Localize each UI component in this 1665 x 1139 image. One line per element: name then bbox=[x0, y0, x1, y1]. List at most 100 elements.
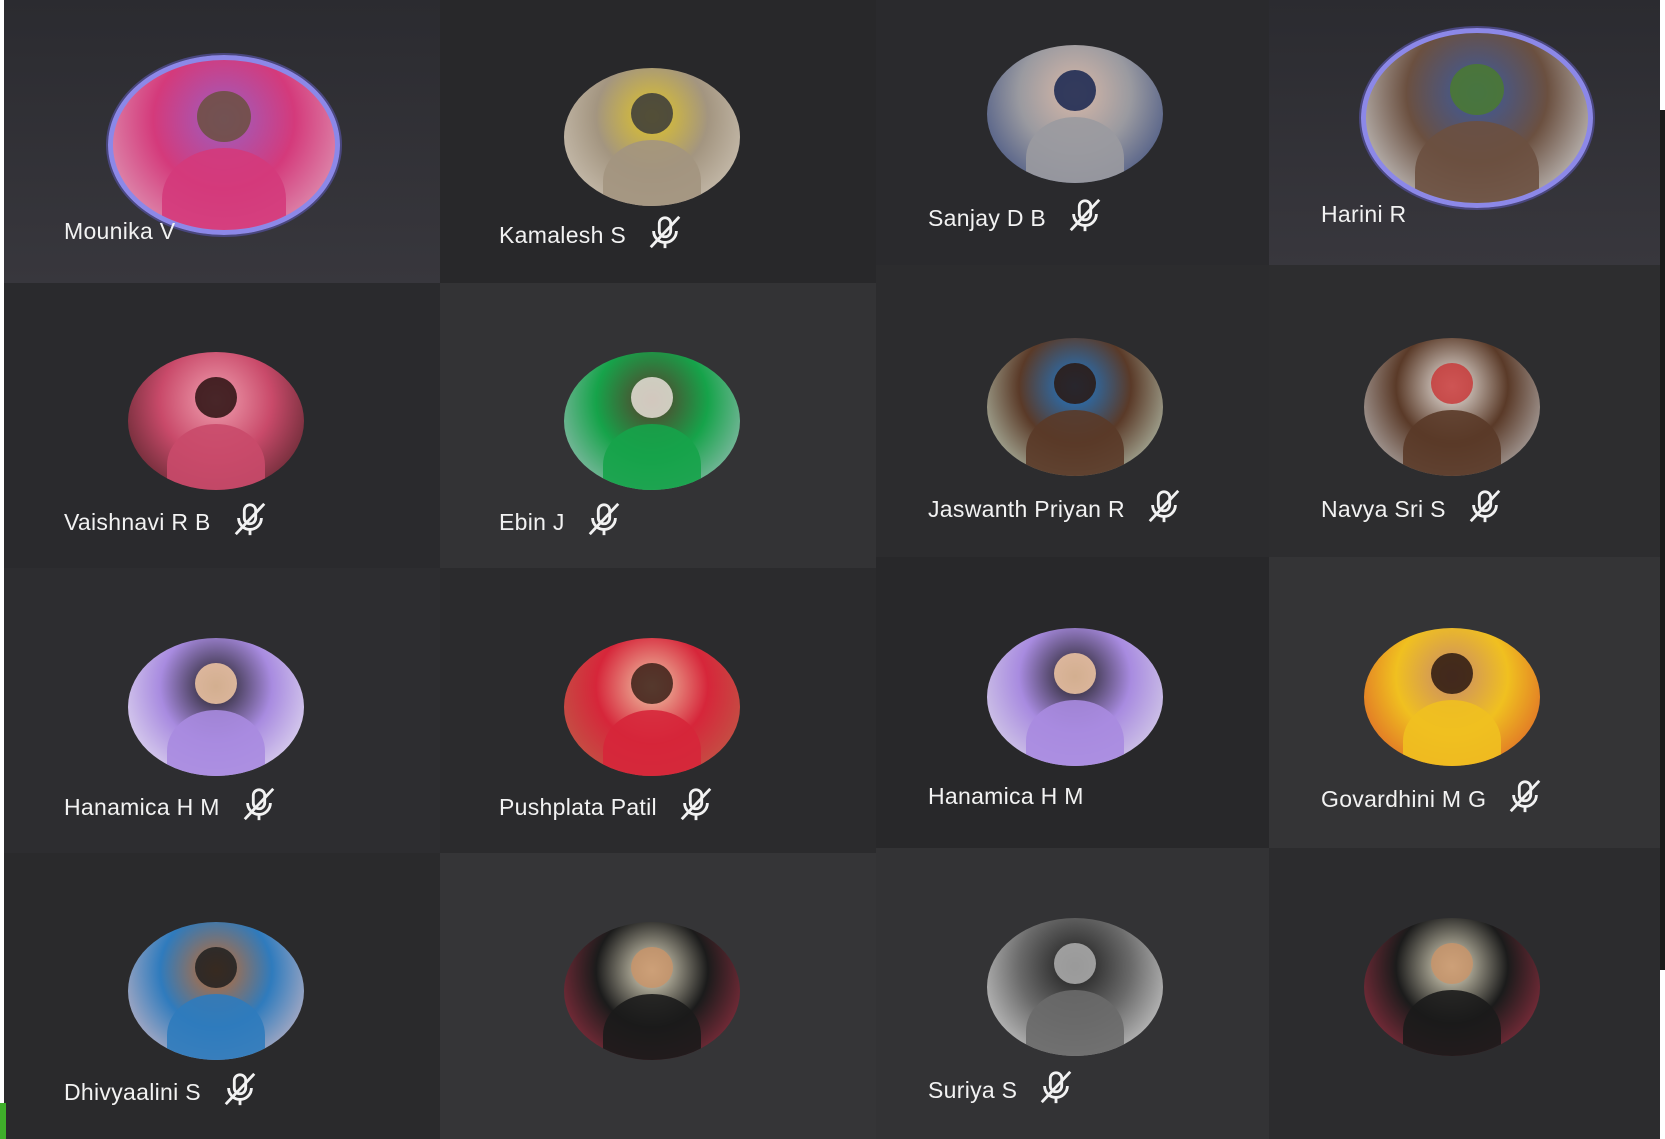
avatar-figure-body bbox=[1402, 989, 1502, 1056]
participant-name: Harini R bbox=[1321, 201, 1407, 227]
participant-tile[interactable]: Mounika V bbox=[4, 0, 440, 283]
avatar-figure-head bbox=[1430, 942, 1474, 985]
avatar-figure-body bbox=[1025, 116, 1125, 183]
participant-name: Mounika V bbox=[64, 218, 176, 244]
mute-indicator bbox=[646, 213, 684, 257]
participant-name: Dhivyaalini S bbox=[64, 1078, 201, 1105]
participant-name: Suriya S bbox=[928, 1076, 1018, 1103]
participant-name-row: Dhivyaalini S bbox=[64, 1070, 259, 1114]
participant-name-row: Govardhini M G bbox=[1321, 777, 1544, 821]
participant-name: Navya Sri S bbox=[1321, 495, 1446, 522]
avatar-figure-head bbox=[194, 376, 238, 419]
avatar-figure-body bbox=[602, 139, 702, 206]
participant-avatar bbox=[128, 352, 304, 490]
participant-name: Hanamica H M bbox=[64, 793, 220, 820]
participant-name: Hanamica H M bbox=[928, 783, 1084, 809]
participant-name-row: Pushplata Patil bbox=[499, 785, 715, 829]
grid-column: Sanjay D B Jaswanth Priyan R Hanamica H … bbox=[876, 0, 1269, 1139]
participant-tile[interactable] bbox=[1269, 848, 1660, 1139]
avatar-figure-body bbox=[1025, 989, 1125, 1056]
participant-tile[interactable]: Navya Sri S bbox=[1269, 265, 1660, 557]
participant-tile[interactable]: Dhivyaalini S bbox=[4, 853, 440, 1139]
avatar-figure-body bbox=[1402, 409, 1502, 476]
avatar-figure-body bbox=[166, 993, 266, 1060]
participant-avatar bbox=[987, 628, 1163, 766]
mute-indicator bbox=[1066, 196, 1104, 240]
avatar-figure-body bbox=[1414, 121, 1540, 203]
avatar-figure-head bbox=[1053, 362, 1097, 405]
avatar-figure-body bbox=[1025, 699, 1125, 766]
participant-tile[interactable]: Pushplata Patil bbox=[440, 568, 876, 853]
participant-tile[interactable]: Suriya S bbox=[876, 848, 1269, 1139]
participant-avatar bbox=[128, 638, 304, 776]
participant-tile[interactable]: Jaswanth Priyan R bbox=[876, 265, 1269, 557]
mic-off-icon bbox=[588, 502, 620, 536]
grid-column: Mounika V Vaishnavi R B Hanamica H M Dhiv… bbox=[4, 0, 440, 1139]
participant-tile[interactable]: Kamalesh S bbox=[440, 0, 876, 283]
mic-off-icon bbox=[1069, 198, 1101, 232]
avatar-figure-body bbox=[166, 423, 266, 490]
participant-tile[interactable]: Sanjay D B bbox=[876, 0, 1269, 265]
avatar-figure-body bbox=[166, 709, 266, 776]
mute-indicator bbox=[231, 500, 269, 544]
participant-name: Ebin J bbox=[499, 508, 565, 535]
avatar-figure-head bbox=[197, 90, 251, 142]
mute-indicator bbox=[677, 785, 715, 829]
participant-avatar bbox=[1361, 28, 1593, 208]
avatar-figure-head bbox=[1053, 942, 1097, 985]
avatar-figure-body bbox=[602, 709, 702, 776]
window-edge bbox=[1660, 110, 1665, 970]
avatar-figure-head bbox=[1430, 362, 1474, 405]
grid-column: Harini R Navya Sri S Govardhini M G bbox=[1269, 0, 1660, 1139]
participant-name-row: Hanamica H M bbox=[64, 785, 278, 829]
mic-off-icon bbox=[649, 215, 681, 249]
participant-name-row: Mounika V bbox=[64, 218, 175, 245]
mic-off-icon bbox=[234, 502, 265, 536]
avatar-figure-head bbox=[1053, 69, 1097, 112]
participant-name: Pushplata Patil bbox=[499, 793, 657, 820]
participant-name: Jaswanth Priyan R bbox=[928, 495, 1125, 522]
participant-avatar bbox=[987, 45, 1163, 183]
participant-tile[interactable]: Hanamica H M bbox=[4, 568, 440, 853]
participant-name: Sanjay D B bbox=[928, 204, 1047, 231]
participant-avatar bbox=[564, 638, 740, 776]
participant-avatar bbox=[128, 922, 304, 1060]
mute-indicator bbox=[1466, 487, 1504, 531]
avatar-figure-head bbox=[630, 92, 674, 135]
participant-tile[interactable] bbox=[440, 853, 876, 1139]
mic-off-icon bbox=[680, 787, 712, 821]
mic-off-icon bbox=[1509, 779, 1541, 813]
avatar-figure-head bbox=[194, 946, 238, 989]
participant-name: Govardhini M G bbox=[1321, 785, 1487, 812]
participant-avatar bbox=[987, 918, 1163, 1056]
participant-avatar bbox=[1364, 628, 1540, 766]
avatar-figure-body bbox=[161, 148, 287, 230]
avatar-figure-head bbox=[630, 946, 674, 989]
participant-tile[interactable]: Vaishnavi R B bbox=[4, 283, 440, 568]
mute-indicator bbox=[1037, 1068, 1075, 1112]
participant-name-row: Harini R bbox=[1321, 201, 1406, 228]
avatar-figure-head bbox=[1450, 63, 1504, 115]
participant-avatar bbox=[564, 922, 740, 1060]
avatar-figure-head bbox=[630, 662, 674, 705]
participant-tile[interactable]: Hanamica H M bbox=[876, 557, 1269, 848]
participant-name-row: Navya Sri S bbox=[1321, 487, 1504, 531]
participant-name: Kamalesh S bbox=[499, 221, 627, 248]
participant-tile[interactable]: Harini R bbox=[1269, 0, 1660, 265]
participant-name-row: Vaishnavi R B bbox=[64, 500, 269, 544]
avatar-figure-head bbox=[630, 376, 674, 419]
participant-name-row: Ebin J bbox=[499, 500, 623, 544]
participant-name: Vaishnavi R B bbox=[64, 508, 211, 535]
participant-avatar bbox=[987, 338, 1163, 476]
participant-tile[interactable]: Govardhini M G bbox=[1269, 557, 1660, 848]
mute-indicator bbox=[221, 1070, 259, 1114]
mute-indicator bbox=[1145, 487, 1183, 531]
participant-name-row: Sanjay D B bbox=[928, 196, 1104, 240]
avatar-figure-head bbox=[194, 662, 238, 705]
participant-tile[interactable]: Ebin J bbox=[440, 283, 876, 568]
participant-avatar bbox=[108, 55, 340, 235]
mic-off-icon bbox=[243, 787, 274, 821]
mute-indicator bbox=[240, 785, 278, 829]
participant-avatar bbox=[564, 352, 740, 490]
avatar-figure-head bbox=[1430, 652, 1474, 695]
